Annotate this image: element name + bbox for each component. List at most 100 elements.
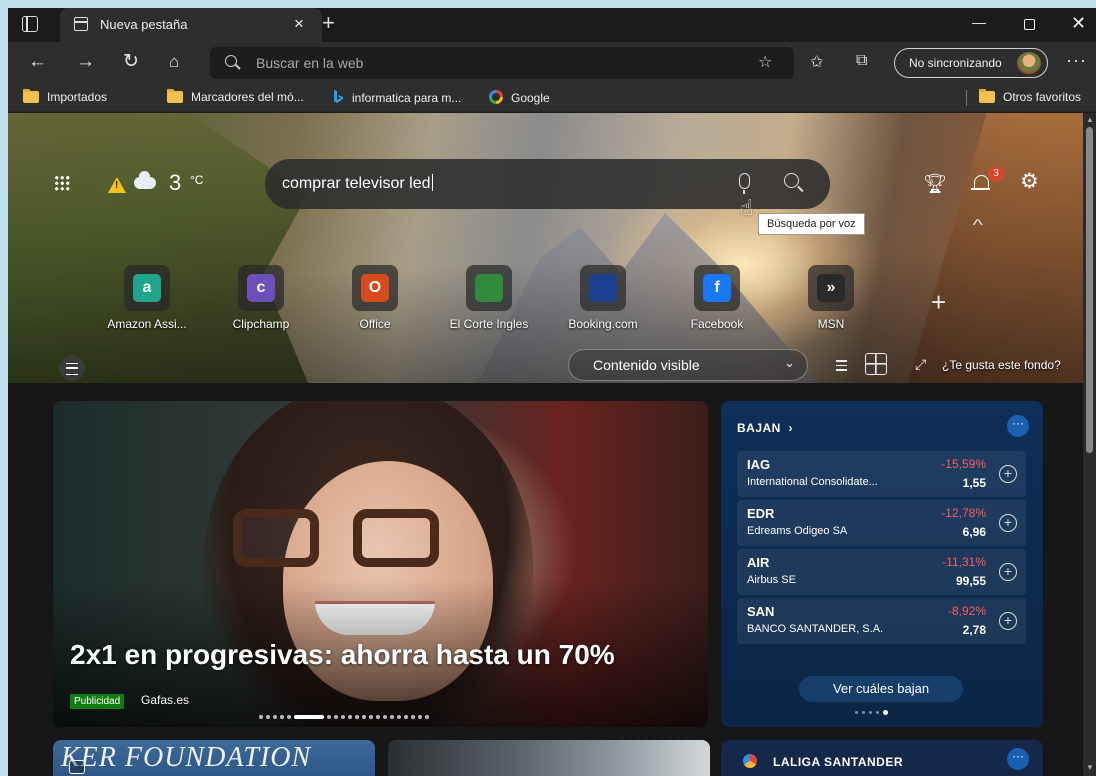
carousel-dot[interactable] bbox=[266, 715, 270, 719]
home-icon[interactable]: ⌂ bbox=[169, 50, 179, 74]
carousel-dot[interactable] bbox=[334, 715, 338, 719]
carousel-dot[interactable] bbox=[411, 715, 415, 719]
favorite-google[interactable]: Google bbox=[489, 90, 550, 105]
stock-row[interactable]: EDR Edreams Odigeo SA -12,78% 6,96 + bbox=[737, 500, 1026, 546]
scroll-down-icon[interactable]: ▼ bbox=[1086, 763, 1094, 772]
pager-dot[interactable] bbox=[855, 711, 858, 714]
forward-icon[interactable]: → bbox=[76, 50, 95, 74]
see-losers-button[interactable]: Ver cuáles bajan bbox=[799, 676, 963, 702]
add-favorite-icon[interactable]: ☆ bbox=[758, 52, 772, 72]
scroll-up-icon[interactable]: ▲ bbox=[1086, 115, 1094, 124]
quick-link-tile[interactable]: c Clipchamp bbox=[206, 265, 316, 331]
carousel-dot[interactable] bbox=[418, 715, 422, 719]
stocks-pager[interactable] bbox=[855, 710, 888, 715]
quick-link-tile[interactable]: a Amazon Assi... bbox=[92, 265, 202, 331]
stocks-more-icon[interactable]: ··· bbox=[1007, 415, 1029, 437]
scrollbar[interactable]: ▲ ▼ bbox=[1083, 113, 1096, 776]
favorites-icon[interactable]: ✩ bbox=[810, 52, 823, 72]
stock-change: -15,59% bbox=[941, 457, 986, 471]
tab-new-tab[interactable]: Nueva pestaña × bbox=[60, 8, 322, 42]
pager-dot[interactable] bbox=[883, 710, 888, 715]
favorite-importados[interactable]: Importados bbox=[23, 89, 107, 104]
quick-link-tile[interactable]: El Corte Ingles bbox=[434, 265, 544, 331]
carousel-dot[interactable] bbox=[280, 715, 284, 719]
more-icon[interactable]: ··· bbox=[1066, 50, 1087, 71]
carousel-dot[interactable] bbox=[341, 715, 345, 719]
gear-icon[interactable]: ⚙ bbox=[1020, 169, 1039, 194]
profile-button[interactable]: No sincronizando bbox=[894, 48, 1048, 78]
rewards-icon[interactable]: 🏆︎ bbox=[923, 172, 947, 196]
favorite-informatica[interactable]: informatica para m... bbox=[333, 90, 461, 105]
refresh-icon[interactable]: ↻ bbox=[123, 50, 139, 74]
grid-view-icon[interactable] bbox=[865, 353, 887, 375]
stock-row[interactable]: IAG International Consolidate... -15,59% 1,… bbox=[737, 451, 1026, 497]
carousel-dot[interactable] bbox=[369, 715, 373, 719]
laliga-more-icon[interactable]: ··· bbox=[1007, 748, 1029, 770]
carousel-dot[interactable] bbox=[397, 715, 401, 719]
pager-dot[interactable] bbox=[869, 711, 872, 714]
restore-icon[interactable] bbox=[1024, 19, 1035, 30]
stock-row[interactable]: SAN BANCO SANTANDER, S.A. -8,92% 2,78 + bbox=[737, 598, 1026, 644]
carousel-dot[interactable] bbox=[348, 715, 352, 719]
quick-link-tile[interactable]: » MSN bbox=[776, 265, 886, 331]
stock-change: -8,92% bbox=[947, 604, 986, 618]
carousel-dot[interactable] bbox=[404, 715, 408, 719]
like-background-link[interactable]: ¿Te gusta este fondo? bbox=[942, 358, 1061, 372]
stock-row[interactable]: AIR Airbus SE -11,31% 99,55 + bbox=[737, 549, 1026, 595]
news-card-interior[interactable] bbox=[388, 740, 710, 776]
close-window-icon[interactable]: ✕ bbox=[1071, 13, 1086, 34]
carousel-dot[interactable] bbox=[327, 715, 331, 719]
carousel-dot[interactable] bbox=[294, 715, 324, 719]
carousel-dot[interactable] bbox=[273, 715, 277, 719]
quick-link-tile[interactable]: O Office bbox=[320, 265, 430, 331]
carousel-dot[interactable] bbox=[362, 715, 366, 719]
laliga-title[interactable]: LALIGA SANTANDER bbox=[773, 755, 903, 769]
carousel-dot[interactable] bbox=[390, 715, 394, 719]
news-card-foundation[interactable]: KER FOUNDATION bbox=[53, 740, 375, 776]
bell-icon[interactable] bbox=[971, 175, 990, 190]
other-favorites[interactable]: Otros favoritos bbox=[979, 89, 1081, 104]
add-stock-icon[interactable]: + bbox=[999, 514, 1017, 532]
quick-link-tile[interactable]: Booking.com bbox=[548, 265, 658, 331]
hero-ad-card[interactable]: 2x1 en progresivas: ahorra hasta un 70% … bbox=[53, 401, 708, 727]
address-bar[interactable]: Buscar en la web ☆ bbox=[210, 47, 794, 79]
cloud-icon[interactable] bbox=[134, 171, 156, 189]
carousel-dot[interactable] bbox=[376, 715, 380, 719]
quick-link-tile[interactable]: f Facebook bbox=[662, 265, 772, 331]
expand-icon[interactable]: ⤢ bbox=[915, 356, 926, 373]
add-stock-icon[interactable]: + bbox=[999, 612, 1017, 630]
ad-source[interactable]: Gafas.es bbox=[141, 693, 189, 707]
carousel-dot[interactable] bbox=[425, 715, 429, 719]
scroll-thumb[interactable] bbox=[1086, 127, 1093, 453]
collections-icon[interactable]: ⧉ bbox=[856, 52, 867, 70]
carousel-dot[interactable] bbox=[383, 715, 387, 719]
carousel-dot[interactable] bbox=[355, 715, 359, 719]
chevron-up-icon[interactable]: ^ bbox=[972, 217, 983, 235]
tab-close-icon[interactable]: × bbox=[294, 14, 304, 34]
hero-title[interactable]: 2x1 en progresivas: ahorra hasta un 70% bbox=[70, 639, 615, 671]
pager-dot[interactable] bbox=[862, 711, 865, 714]
temperature[interactable]: 3 bbox=[169, 170, 181, 196]
background-image bbox=[8, 113, 1083, 383]
microphone-icon[interactable] bbox=[739, 173, 750, 194]
content-visibility-dropdown[interactable]: Contenido visible ⌄ bbox=[568, 349, 808, 381]
carousel-indicator[interactable] bbox=[259, 714, 429, 720]
add-stock-icon[interactable]: + bbox=[999, 465, 1017, 483]
search-icon[interactable] bbox=[784, 173, 799, 188]
add-quick-link-icon[interactable]: + bbox=[931, 287, 946, 318]
tab-actions-icon[interactable] bbox=[22, 16, 38, 32]
pager-dot[interactable] bbox=[876, 711, 879, 714]
stocks-header[interactable]: BAJAN › bbox=[737, 421, 793, 435]
carousel-dot[interactable] bbox=[259, 715, 263, 719]
back-icon[interactable]: ← bbox=[28, 50, 47, 74]
hamburger-menu-icon[interactable] bbox=[59, 355, 85, 381]
apps-grid-icon[interactable] bbox=[54, 175, 70, 191]
new-tab-icon[interactable]: + bbox=[322, 10, 335, 36]
carousel-dot[interactable] bbox=[287, 715, 291, 719]
add-stock-icon[interactable]: + bbox=[999, 563, 1017, 581]
list-view-icon[interactable] bbox=[831, 357, 847, 372]
favorite-marcadores[interactable]: Marcadores del mó... bbox=[167, 89, 304, 104]
warning-icon[interactable] bbox=[108, 177, 126, 193]
minimize-icon[interactable]: — bbox=[972, 14, 986, 30]
search-input[interactable]: comprar televisor led bbox=[282, 174, 433, 193]
